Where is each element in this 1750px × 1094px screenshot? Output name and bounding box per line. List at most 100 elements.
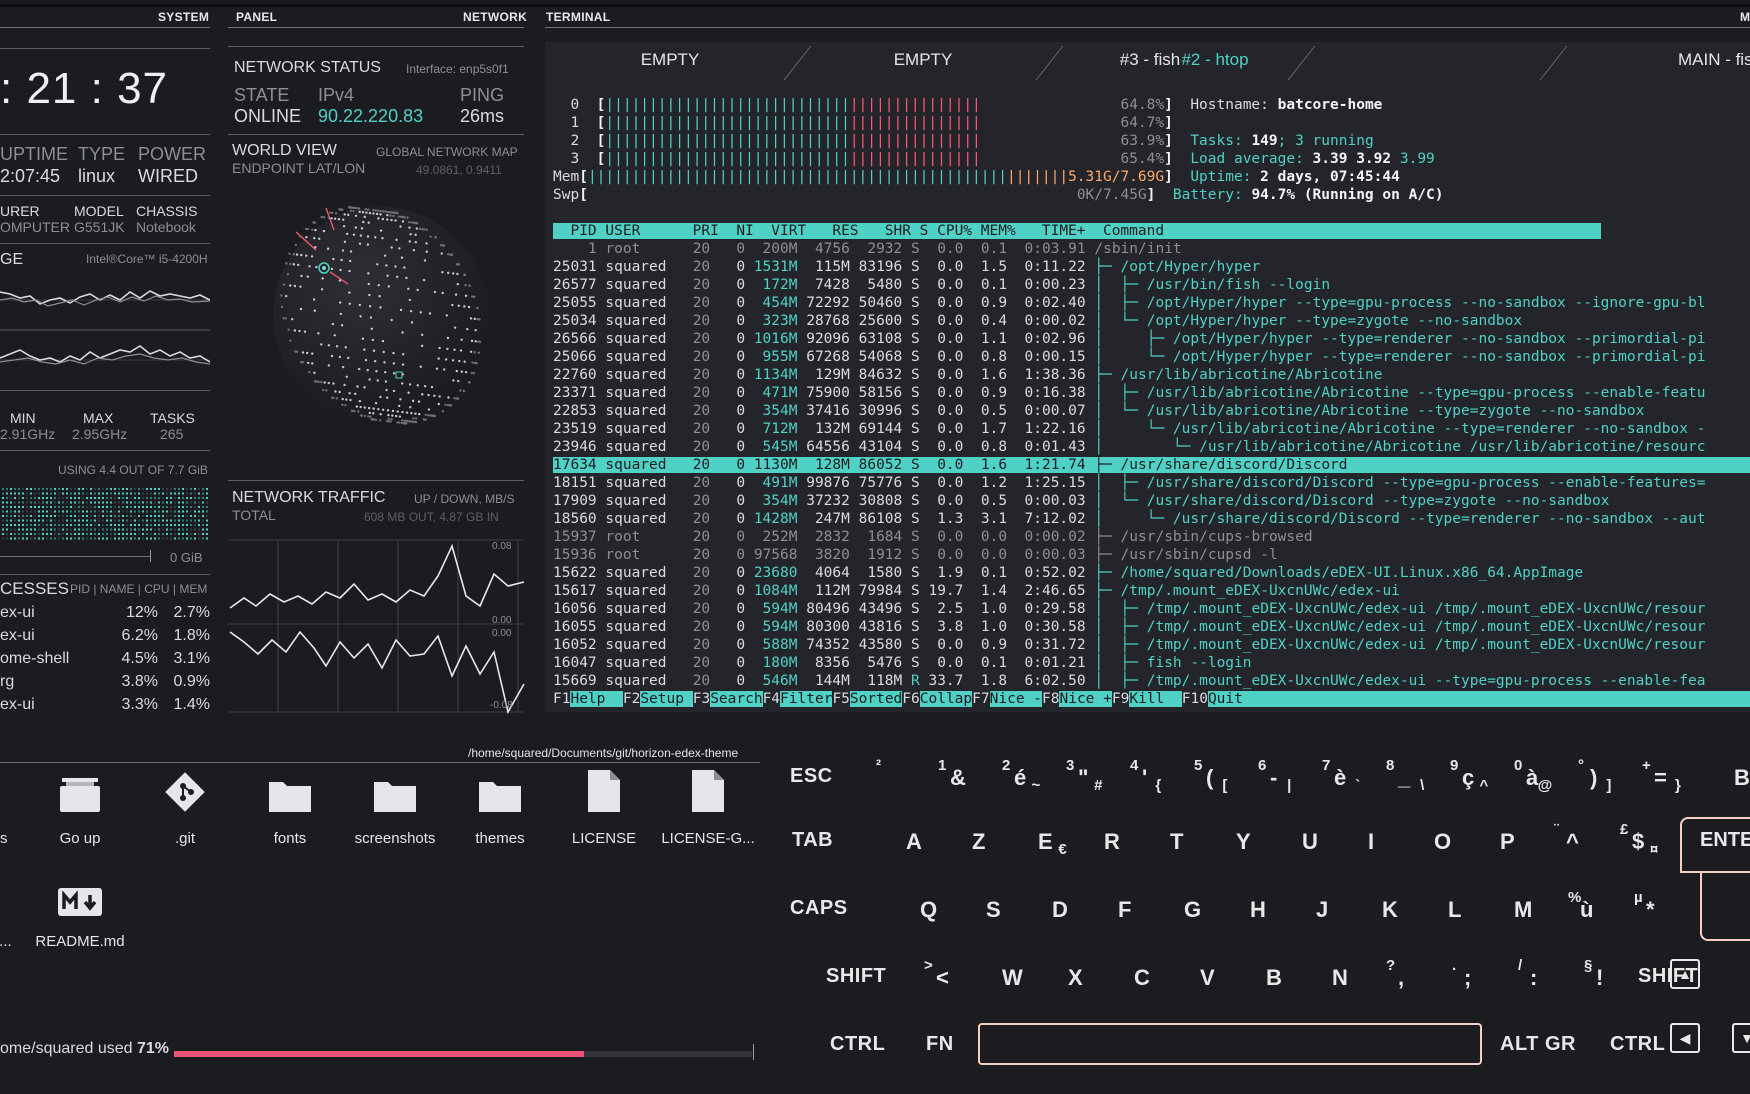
key-row4-3[interactable]: X	[1068, 965, 1083, 991]
key-row3-12[interactable]: µ *	[1634, 889, 1655, 923]
arrow-up-icon[interactable]: ▲	[1670, 959, 1700, 989]
process-row[interactable]: 26566 squared 20 0 1016M 92096 63108 S 0…	[553, 330, 1750, 348]
key-row4-0[interactable]: SHIFT	[826, 965, 886, 988]
key-p-10[interactable]: P	[1500, 829, 1515, 855]
key-row4-9[interactable]: .;	[1452, 957, 1471, 991]
file-item-themes[interactable]: themes	[452, 776, 548, 847]
key-row4-10[interactable]: /:	[1518, 957, 1537, 991]
key-row1-10[interactable]: 9 ç ^	[1450, 757, 1488, 794]
key-row3-8[interactable]: K	[1382, 897, 1398, 923]
key-y-6[interactable]: Y	[1236, 829, 1251, 855]
process-row[interactable]: 15669 squared 20 0 546M 144M 118M R 33.7…	[553, 672, 1750, 690]
process-row[interactable]: 25066 squared 20 0 955M 67268 54068 S 0.…	[553, 348, 1750, 366]
arrow-down-icon[interactable]: ▼	[1732, 1023, 1750, 1053]
process-row[interactable]: 16056 squared 20 0 594M 80496 43496 S 2.…	[553, 600, 1750, 618]
file-item-license-g[interactable]: LICENSE-G...	[660, 770, 756, 847]
key-row4-1[interactable]: > <	[924, 957, 949, 991]
key-row3-9[interactable]: L	[1448, 897, 1461, 923]
tab-empty-1[interactable]: EMPTY	[570, 50, 770, 70]
key-e-3[interactable]: E €	[1038, 829, 1067, 858]
key-row1-7[interactable]: 6- |	[1258, 757, 1291, 794]
key-row4-2[interactable]: W	[1002, 965, 1023, 991]
key-row3-4[interactable]: F	[1118, 897, 1131, 923]
key-row3-6[interactable]: H	[1250, 897, 1266, 923]
key-u-7[interactable]: U	[1302, 829, 1318, 855]
key-row1-3[interactable]: 2 é ~	[1002, 757, 1040, 794]
arrow-left-icon[interactable]: ◀	[1670, 1023, 1700, 1053]
key-row4-7[interactable]: N	[1332, 965, 1348, 991]
key-row3-5[interactable]: G	[1184, 897, 1201, 923]
key-i-8[interactable]: I	[1368, 829, 1374, 855]
process-row[interactable]: 26577 squared 20 0 172M 7428 5480 S 0.0 …	[553, 276, 1750, 294]
process-row[interactable]: 18151 squared 20 0 491M 99876 75776 S 0.…	[553, 474, 1750, 492]
process-row[interactable]: 22853 squared 20 0 354M 37416 30996 S 0.…	[553, 402, 1750, 420]
key-row1-12[interactable]: °)]	[1578, 757, 1611, 794]
key-row1-5[interactable]: 4 ' {	[1130, 757, 1161, 794]
process-row[interactable]: 25034 squared 20 0 323M 28768 25600 S 0.…	[553, 312, 1750, 330]
key-row3-10[interactable]: M	[1514, 897, 1532, 923]
key-row4-8[interactable]: ?,	[1386, 957, 1404, 991]
key-row1-8[interactable]: 7 è `	[1322, 757, 1360, 794]
key-row4-5[interactable]: V	[1200, 965, 1215, 991]
process-row[interactable]: 15936 root 20 0 97568 3820 1912 S 0.0 0.…	[553, 546, 1750, 564]
key-row1-13[interactable]: + =}	[1642, 757, 1681, 794]
key-row4-4[interactable]: C	[1134, 965, 1150, 991]
process-row[interactable]: 23371 squared 20 0 471M 75900 58156 S 0.…	[553, 384, 1750, 402]
key-row1-11[interactable]: 0 à @	[1514, 757, 1552, 794]
file-item-git[interactable]: .git	[137, 772, 233, 847]
key-z-2[interactable]: Z	[972, 829, 985, 855]
key-x-11[interactable]: ¨ ^	[1554, 821, 1579, 855]
process-row[interactable]: 17634 squared 20 0 1130M 128M 86052 S 0.…	[553, 456, 1750, 474]
tab-empty-2[interactable]: EMPTY	[823, 50, 1023, 70]
key-r-4[interactable]: R	[1104, 829, 1120, 855]
process-row[interactable]: 23946 squared 20 0 545M 64556 43104 S 0.…	[553, 438, 1750, 456]
file-item-screenshots[interactable]: screenshots	[347, 776, 443, 847]
process-row[interactable]: 23519 squared 20 0 712M 132M 69144 S 0.0…	[553, 420, 1750, 438]
key-row1-2[interactable]: 1 &	[938, 757, 966, 791]
process-row[interactable]: 22760 squared 20 0 1134M 129M 84632 S 0.…	[553, 366, 1750, 384]
tab-main-fish[interactable]: MAIN - fish	[1625, 50, 1750, 70]
key-row3-11[interactable]: % ù	[1568, 889, 1593, 923]
process-row[interactable]: 18560 squared 20 0 1428M 247M 86108 S 1.…	[553, 510, 1750, 528]
key-space[interactable]	[978, 1023, 1482, 1065]
key-tab-0[interactable]: TAB	[792, 829, 833, 852]
file-item-fonts[interactable]: fonts	[242, 776, 338, 847]
key-ctrl-right[interactable]: CTRL	[1610, 1033, 1665, 1056]
process-row[interactable]: 25055 squared 20 0 454M 72292 50460 S 0.…	[553, 294, 1750, 312]
process-row[interactable]: 16047 squared 20 0 180M 8356 5476 S 0.0 …	[553, 654, 1750, 672]
key-row3-3[interactable]: D	[1052, 897, 1068, 923]
key-row3-7[interactable]: J	[1316, 897, 1328, 923]
tab-fish-3[interactable]: #3 - fish	[1075, 50, 1225, 70]
process-row[interactable]: 15617 squared 20 0 1084M 112M 79984 S 19…	[553, 582, 1750, 600]
key-row1-9[interactable]: 8 _ \	[1386, 757, 1424, 794]
process-row[interactable]: 25031 squared 20 0 1531M 115M 83196 S 0.…	[553, 258, 1750, 276]
process-row[interactable]: 16055 squared 20 0 594M 80300 43816 S 3.…	[553, 618, 1750, 636]
key-enter[interactable]: ENTE	[1680, 817, 1750, 873]
htop-meter-label: 1	[553, 115, 597, 131]
key-row1-4[interactable]: 3 " #	[1066, 757, 1102, 794]
key-row4-11[interactable]: §!	[1584, 957, 1603, 991]
terminal-window[interactable]: #2 - htop EMPTY EMPTY MAIN - fish #3 - f…	[545, 42, 1750, 712]
process-row[interactable]: 17909 squared 20 0 354M 37232 30808 S 0.…	[553, 492, 1750, 510]
key-alt-gr[interactable]: ALT GR	[1500, 1033, 1576, 1056]
process-row[interactable]: 1 root 20 0 200M 4756 2932 S 0.0 0.1 0:0…	[553, 240, 1750, 258]
key-row3-0[interactable]: CAPS	[790, 897, 848, 920]
key-o-9[interactable]: O	[1434, 829, 1451, 855]
file-item-license[interactable]: LICENSE	[556, 770, 652, 847]
key-t-5[interactable]: T	[1170, 829, 1183, 855]
process-row[interactable]: 15937 root 20 0 252M 2832 1684 S 0.0 0.0…	[553, 528, 1750, 546]
key-x-12[interactable]: £ $ ¤	[1620, 821, 1658, 858]
key-row3-1[interactable]: Q	[920, 897, 937, 923]
key-row4-6[interactable]: B	[1266, 965, 1282, 991]
key-row1-14[interactable]: B	[1734, 765, 1750, 791]
file-item-readme[interactable]: README.md	[32, 879, 128, 950]
key-ctrl-left[interactable]: CTRL	[830, 1033, 885, 1056]
key-row1-6[interactable]: 5([	[1194, 757, 1227, 794]
key-a-1[interactable]: A	[906, 829, 922, 855]
file-item-go-up[interactable]: Go up	[32, 776, 128, 847]
process-row[interactable]: 16052 squared 20 0 588M 74352 43580 S 0.…	[553, 636, 1750, 654]
process-row[interactable]: 15622 squared 20 0 23680 4064 1580 S 1.9…	[553, 564, 1750, 582]
key-row3-2[interactable]: S	[986, 897, 1001, 923]
key-row1-0[interactable]: ESC	[790, 765, 833, 788]
key-fn[interactable]: FN	[926, 1033, 954, 1056]
